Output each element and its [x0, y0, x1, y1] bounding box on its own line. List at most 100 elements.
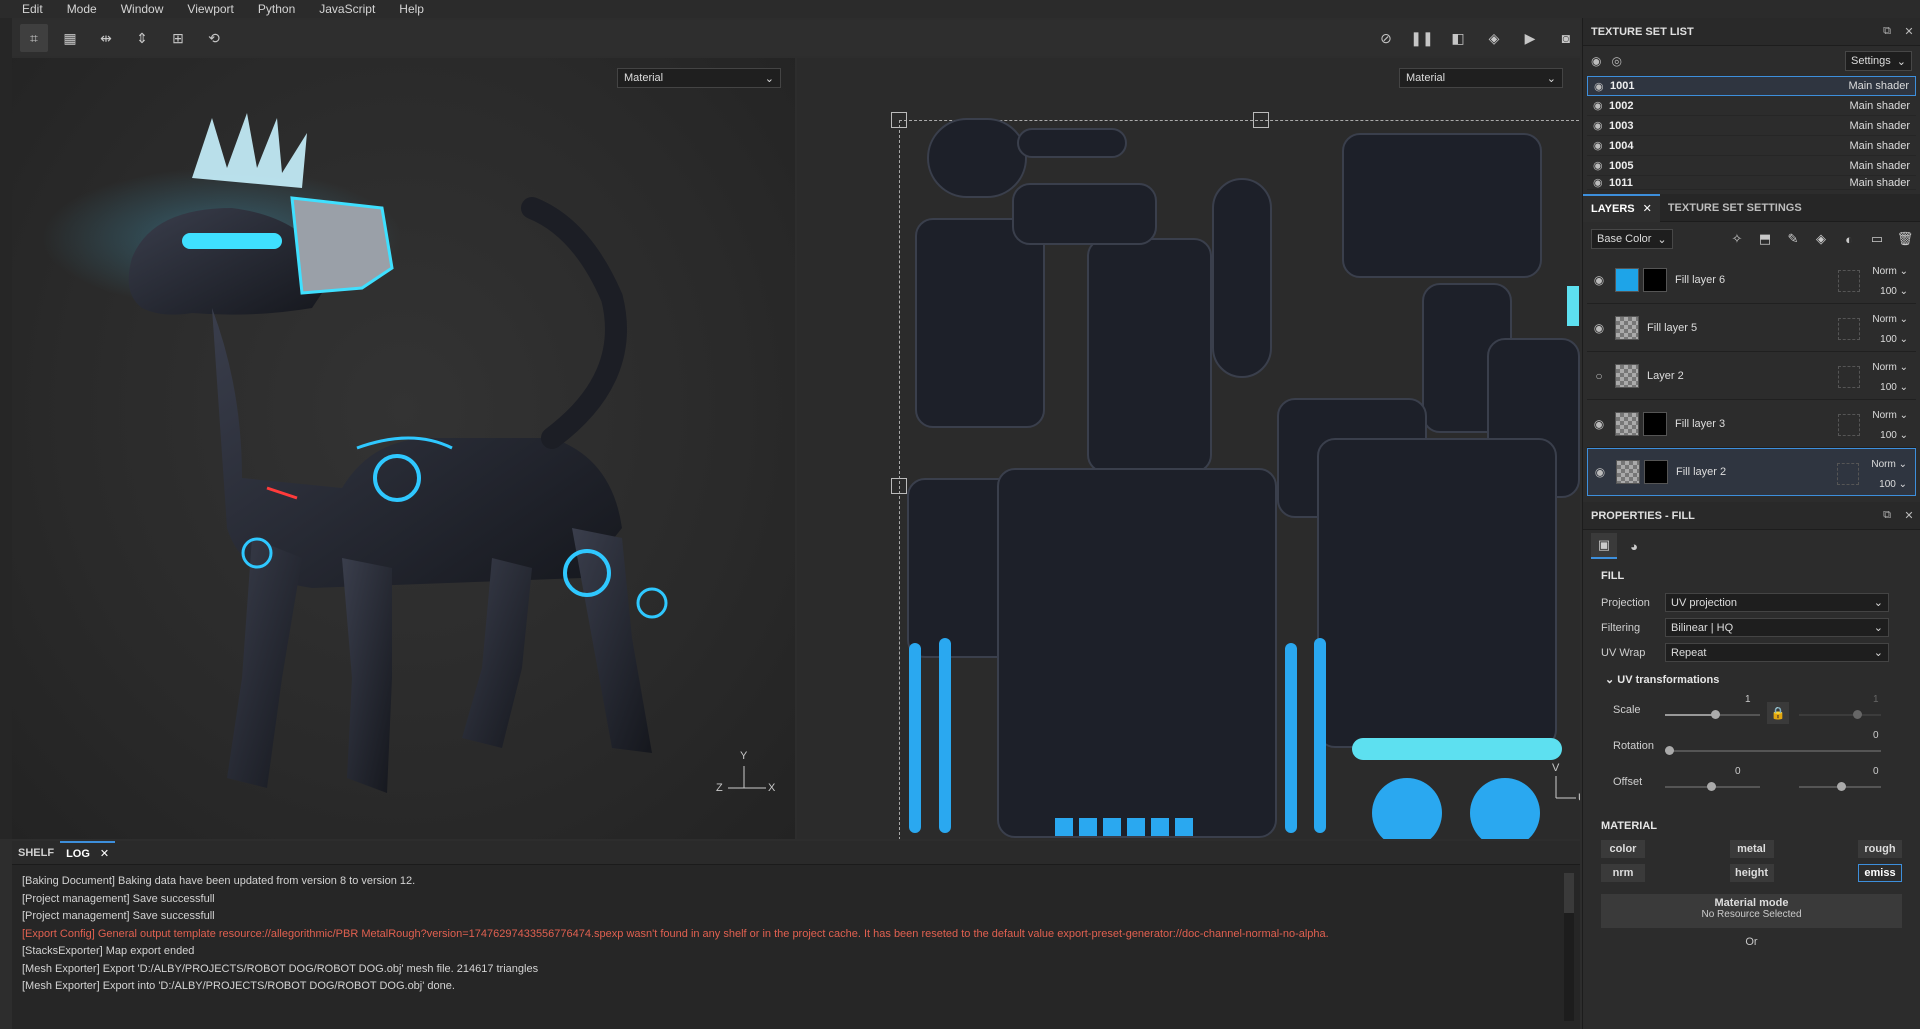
channel-emiss-button[interactable]: emiss — [1858, 864, 1902, 882]
layer-content-slot[interactable] — [1838, 414, 1860, 436]
viewport-3d[interactable]: Material ⌄ Y Z X — [12, 58, 795, 839]
tab-shelf[interactable]: SHELF — [12, 841, 60, 865]
close-icon[interactable]: ✕ — [1898, 509, 1920, 522]
channel-select[interactable]: Base Color ⌄ — [1591, 229, 1673, 249]
float-icon[interactable]: ⧉ — [1876, 509, 1898, 522]
close-icon[interactable]: ✕ — [100, 847, 109, 860]
add-icon[interactable]: ⊞ — [164, 24, 192, 52]
tab-log[interactable]: LOG ✕ — [60, 840, 116, 865]
menu-help[interactable]: Help — [387, 0, 436, 18]
settings-dropdown[interactable]: Settings ⌄ — [1845, 51, 1912, 71]
eye-hidden-icon[interactable]: ○ — [1587, 369, 1611, 383]
eye-icon[interactable]: ◉ — [1593, 139, 1609, 152]
eye-icon[interactable]: ◉ — [1587, 273, 1611, 287]
mask-thumbnail[interactable] — [1643, 411, 1667, 436]
layer-item[interactable]: ◉ Fill layer 5 Norm ⌄ 100 ⌄ — [1587, 304, 1916, 352]
layer-content-slot[interactable] — [1838, 270, 1860, 292]
mask-thumbnail[interactable] — [1643, 267, 1667, 292]
visibility-toggle-icon[interactable]: ◉ — [1591, 54, 1601, 68]
opacity-value[interactable]: 100 — [1880, 286, 1897, 297]
opacity-value[interactable]: 100 — [1880, 382, 1897, 393]
split-view-icon[interactable]: ◧ — [1444, 24, 1472, 52]
menu-window[interactable]: Window — [109, 0, 176, 18]
uv-handle-tl[interactable] — [891, 112, 907, 128]
tab-texture-set-settings[interactable]: TEXTURE SET SETTINGS — [1660, 194, 1810, 222]
uv-handle-tm[interactable] — [1253, 112, 1269, 128]
channel-color-button[interactable]: color — [1601, 840, 1645, 858]
texture-set-item[interactable]: ◉ 1004 Main shader — [1587, 136, 1916, 156]
select-tool-icon[interactable]: ⌗ — [20, 24, 48, 52]
close-icon[interactable]: ✕ — [1643, 202, 1652, 215]
blend-mode[interactable]: Norm — [1872, 266, 1896, 277]
blend-mode[interactable]: Norm — [1871, 459, 1895, 470]
menu-edit[interactable]: Edit — [10, 0, 55, 18]
rotation-slider[interactable] — [1665, 746, 1881, 755]
layer-content-slot[interactable] — [1838, 318, 1860, 340]
layer-item[interactable]: ◉ Fill layer 3 Norm ⌄ 100 ⌄ — [1587, 400, 1916, 448]
viewport-2d[interactable]: Material⌄ V U — [797, 58, 1580, 839]
eye-icon[interactable]: ◎ — [1611, 54, 1621, 68]
eye-icon[interactable]: ◉ — [1593, 159, 1609, 172]
filtering-select[interactable]: Bilinear | HQ ⌄ — [1665, 618, 1889, 637]
uv-transformations-toggle[interactable]: ⌄ UV transformations — [1583, 665, 1920, 694]
paint-layer-icon[interactable]: ✎ — [1782, 228, 1804, 250]
eye-icon[interactable]: ◉ — [1593, 99, 1609, 112]
mask-thumbnail[interactable] — [1644, 460, 1668, 484]
menu-javascript[interactable]: JavaScript — [307, 0, 387, 18]
offset-v-slider[interactable] — [1799, 782, 1881, 791]
screenshot-icon[interactable]: ◙ — [1552, 24, 1580, 52]
uvwrap-select[interactable]: Repeat ⌄ — [1665, 643, 1889, 662]
texture-set-item[interactable]: ◉ 1003 Main shader — [1587, 116, 1916, 136]
grid-mode-icon[interactable]: ▦ — [56, 24, 84, 52]
opacity-value[interactable]: 100 — [1880, 430, 1897, 441]
opacity-value[interactable]: 100 — [1880, 334, 1897, 345]
scale-slider-secondary[interactable] — [1799, 710, 1881, 719]
fill-properties-icon[interactable]: ▣ — [1591, 533, 1617, 559]
eye-icon[interactable]: ◉ — [1588, 465, 1612, 479]
add-mask-icon[interactable]: ⬒ — [1754, 228, 1776, 250]
effects-icon[interactable]: ✧ — [1726, 228, 1748, 250]
history-icon[interactable]: ⟲ — [200, 24, 228, 52]
folder-icon[interactable]: ▭ — [1866, 228, 1888, 250]
layer-item[interactable]: ◉ Fill layer 6 Norm ⌄ 100 ⌄ — [1587, 256, 1916, 304]
log-scrollbar[interactable] — [1564, 873, 1574, 1021]
uv-handle-ml[interactable] — [891, 478, 907, 494]
texture-set-item[interactable]: ◉ 1011 Main shader — [1587, 176, 1916, 190]
material-mode-slot[interactable]: Material mode No Resource Selected — [1601, 894, 1902, 928]
eye-icon[interactable]: ◉ — [1587, 321, 1611, 335]
pause-icon[interactable]: ❚❚ — [1408, 24, 1436, 52]
eye-icon[interactable]: ◉ — [1587, 417, 1611, 431]
scale-slider[interactable] — [1665, 710, 1760, 719]
layer-content-slot[interactable] — [1837, 463, 1859, 485]
hide-icon[interactable]: ⊘ — [1372, 24, 1400, 52]
layer-item[interactable]: ○ Layer 2 Norm ⌄ 100 ⌄ — [1587, 352, 1916, 400]
blend-mode[interactable]: Norm — [1872, 362, 1896, 373]
lock-icon[interactable]: 🔒 — [1767, 702, 1789, 724]
viewport-2d-mode-select[interactable]: Material ⌄ — [1399, 68, 1563, 88]
trash-icon[interactable]: 🗑 — [1894, 228, 1916, 250]
close-icon[interactable]: ✕ — [1898, 25, 1920, 38]
menu-python[interactable]: Python — [246, 0, 307, 18]
channel-metal-button[interactable]: metal — [1729, 840, 1774, 858]
opacity-value[interactable]: 100 — [1879, 479, 1896, 490]
menu-mode[interactable]: Mode — [55, 0, 109, 18]
fill-layer-icon[interactable]: ◈ — [1810, 228, 1832, 250]
camera-video-icon[interactable]: ▶ — [1516, 24, 1544, 52]
cube-view-icon[interactable]: ◈ — [1480, 24, 1508, 52]
channel-height-button[interactable]: height — [1729, 864, 1774, 882]
menu-viewport[interactable]: Viewport — [175, 0, 245, 18]
float-icon[interactable]: ⧉ — [1876, 25, 1898, 38]
texture-set-item[interactable]: ◉ 1002 Main shader — [1587, 96, 1916, 116]
smart-material-icon[interactable]: ◐ — [1838, 228, 1860, 250]
texture-set-item[interactable]: ◉ 1005 Main shader — [1587, 156, 1916, 176]
eye-icon[interactable]: ◉ — [1593, 119, 1609, 132]
layer-content-slot[interactable] — [1838, 366, 1860, 388]
layer-item[interactable]: ◉ Fill layer 2 Norm ⌄ 100 ⌄ — [1587, 448, 1916, 496]
material-sphere-icon[interactable]: ◕ — [1621, 533, 1647, 559]
eye-icon[interactable]: ◉ — [1593, 176, 1609, 189]
texture-set-item[interactable]: ◉ 1001 Main shader — [1587, 76, 1916, 96]
channel-nrm-button[interactable]: nrm — [1601, 864, 1645, 882]
mirror-y-icon[interactable]: ⇕ — [128, 24, 156, 52]
eye-icon[interactable]: ◉ — [1594, 80, 1610, 93]
blend-mode[interactable]: Norm — [1872, 314, 1896, 325]
